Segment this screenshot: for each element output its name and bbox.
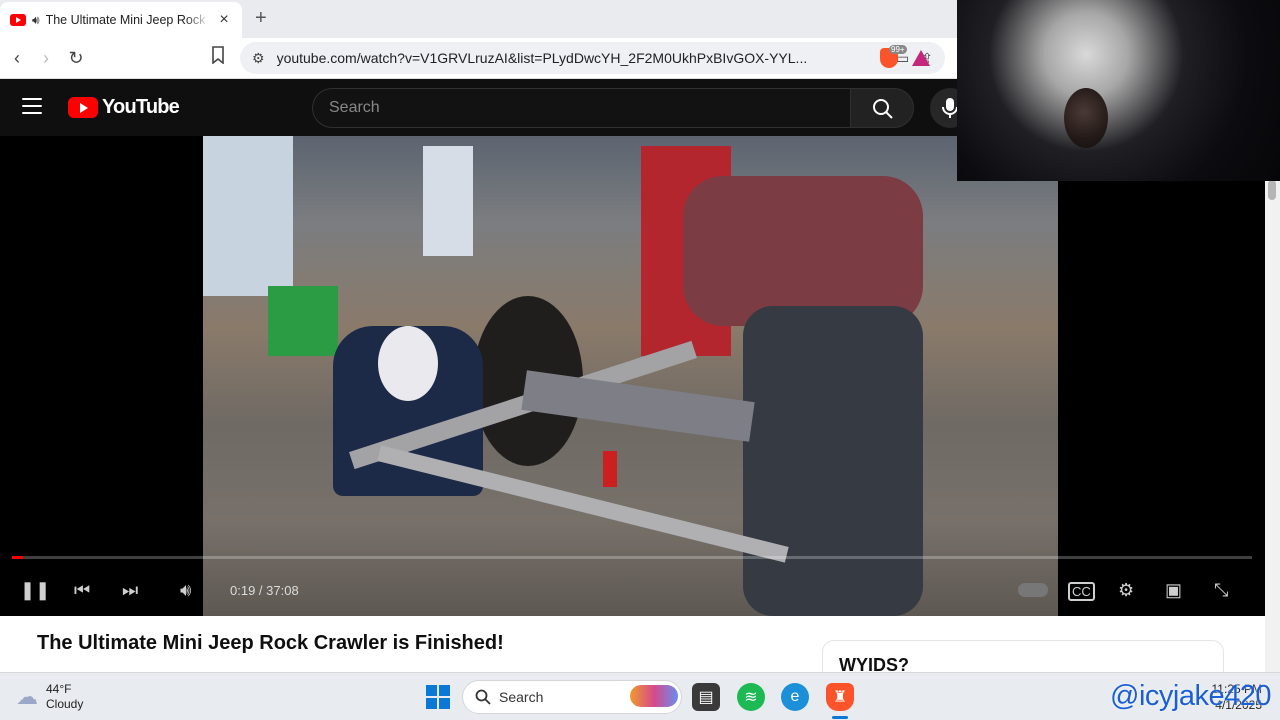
- progress-bar[interactable]: [12, 556, 1252, 559]
- youtube-logo[interactable]: YouTube: [68, 96, 180, 119]
- youtube-play-icon: [68, 97, 98, 118]
- green-welder: [268, 286, 338, 356]
- person-flannel-shirt: [683, 176, 923, 326]
- video-frame[interactable]: [203, 136, 1058, 616]
- webcam-overlay: [957, 0, 1280, 181]
- search-input[interactable]: Search: [312, 88, 850, 128]
- streamer-face: [1064, 88, 1108, 148]
- browser-nav-bar: ‹ › ↻ ⚙︎ youtube.com/watch?v=V1GRVLruzAI…: [0, 38, 957, 79]
- scrollbar-thumb[interactable]: [1268, 180, 1276, 200]
- address-bar[interactable]: ⚙︎ youtube.com/watch?v=V1GRVLruzAI&list=…: [240, 42, 945, 74]
- youtube-header: YouTube Search: [0, 79, 970, 136]
- youtube-favicon-icon: [10, 14, 26, 26]
- windows-taskbar: ☁︎ 44°F Cloudy Search ▤ ≋ e ♜ 11:25 PM 4…: [0, 672, 1280, 720]
- url-text: youtube.com/watch?v=V1GRVLruzAI&list=PLy…: [276, 50, 808, 66]
- brave-rewards-icon[interactable]: [912, 50, 930, 66]
- brave-badge: 99+: [889, 45, 907, 54]
- reload-button[interactable]: ↻: [64, 46, 88, 70]
- pause-button[interactable]: ❚❚: [20, 580, 50, 601]
- next-button[interactable]: ⏭: [122, 580, 138, 601]
- captions-button[interactable]: CC: [1068, 582, 1095, 601]
- video-info: The Ultimate Mini Jeep Rock Crawler is F…: [0, 616, 1265, 680]
- speaker-icon[interactable]: 🔊︎: [32, 13, 40, 28]
- garage-window: [423, 146, 473, 256]
- back-button[interactable]: ‹: [5, 46, 29, 70]
- bookmark-icon[interactable]: [206, 46, 230, 70]
- search-button[interactable]: [850, 88, 914, 128]
- search-highlight-icon[interactable]: [630, 685, 678, 707]
- previous-button[interactable]: ⏮: [74, 580, 90, 601]
- garage-window: [203, 136, 293, 296]
- active-app-indicator: [832, 716, 848, 719]
- progress-bar-fill: [12, 556, 23, 559]
- page-scrollbar[interactable]: [1265, 136, 1280, 672]
- player-controls: ❚❚ ⏮ ⏭ 🔊︎ 0:19 / 37:08 CC ⚙︎ ▣ ⤡: [0, 568, 1265, 616]
- edge-icon[interactable]: e: [781, 683, 809, 711]
- spotify-icon[interactable]: ≋: [737, 683, 765, 711]
- fullscreen-icon[interactable]: ⤡: [1214, 580, 1228, 601]
- weather-widget[interactable]: ☁︎ 44°F Cloudy: [16, 682, 83, 712]
- time-display: 0:19 / 37:08: [230, 583, 299, 598]
- miniplayer-icon[interactable]: ▣: [1165, 580, 1182, 601]
- taskbar-search-label: Search: [499, 689, 544, 705]
- weather-temp: 44°F: [46, 682, 72, 696]
- forward-button[interactable]: ›: [34, 46, 58, 70]
- video-title: The Ultimate Mini Jeep Rock Crawler is F…: [37, 632, 504, 654]
- youtube-logo-text: YouTube: [102, 96, 180, 118]
- search-icon: [475, 689, 491, 705]
- settings-gear-icon[interactable]: ⚙︎: [1118, 580, 1134, 601]
- autoplay-toggle[interactable]: [1018, 583, 1048, 597]
- brave-icon[interactable]: ♜: [826, 683, 854, 711]
- file-explorer-icon[interactable]: ▤: [692, 683, 720, 711]
- browser-tab[interactable]: 🔊︎ The Ultimate Mini Jeep Rock Crawler i…: [0, 2, 242, 38]
- microphone-icon: [942, 98, 958, 118]
- cloud-icon: ☁︎: [16, 684, 38, 709]
- roll-cage-tube: [377, 445, 789, 563]
- site-settings-icon[interactable]: ⚙︎: [252, 50, 265, 67]
- new-tab-button[interactable]: +: [255, 7, 273, 30]
- weather-condition: Cloudy: [46, 697, 84, 711]
- volume-icon[interactable]: 🔊︎: [180, 580, 191, 601]
- search-icon: [873, 99, 893, 119]
- tab-close-button[interactable]: ×: [216, 11, 232, 29]
- welding-helmet: [378, 326, 438, 401]
- menu-icon[interactable]: [22, 98, 42, 114]
- jack-stand: [603, 451, 617, 487]
- video-player[interactable]: ❚❚ ⏮ ⏭ 🔊︎ 0:19 / 37:08 CC ⚙︎ ▣ ⤡: [0, 136, 1265, 616]
- search-placeholder: Search: [329, 99, 380, 116]
- browser-tab-bar: 🔊︎ The Ultimate Mini Jeep Rock Crawler i…: [0, 0, 957, 38]
- windows-start-icon[interactable]: [426, 685, 450, 709]
- streamer-watermark: @icyjake420: [1110, 680, 1271, 712]
- tab-title: The Ultimate Mini Jeep Rock Crawler is F…: [45, 13, 210, 27]
